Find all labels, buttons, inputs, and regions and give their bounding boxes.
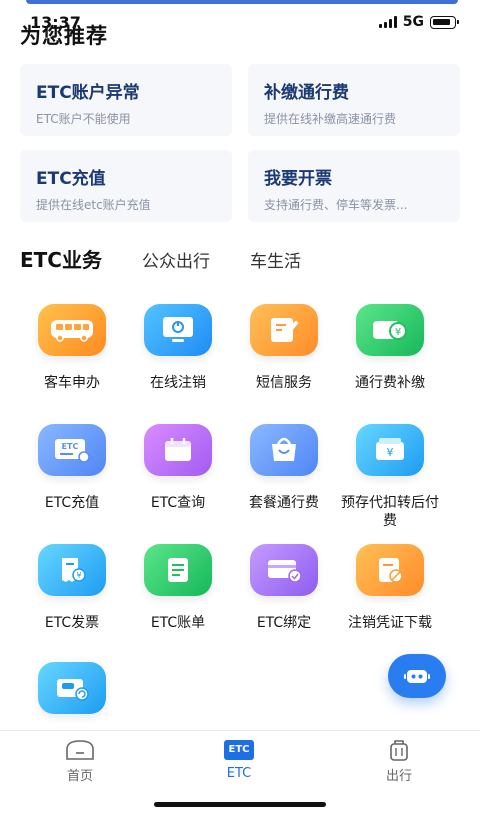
service-car-refresh[interactable] <box>18 662 126 732</box>
luggage-icon <box>383 739 415 761</box>
service-label: 客车申办 <box>44 375 100 391</box>
service-label: 注销凭证下载 <box>348 615 432 631</box>
service-package-toll[interactable]: 套餐通行费 <box>230 424 338 512</box>
service-etc-recharge[interactable]: ETC ETC充值 <box>18 424 126 512</box>
service-etc-bill[interactable]: ETC账单 <box>124 544 232 632</box>
etc-card-icon: ETC <box>38 424 106 476</box>
service-label: ETC查询 <box>150 495 206 511</box>
card-subtitle: 支持通行费、停车等发票... <box>264 198 408 212</box>
bill-icon <box>144 544 212 596</box>
svg-text:¥: ¥ <box>76 571 81 580</box>
recommend-title: 为您推荐 <box>20 24 108 48</box>
tab-public-travel[interactable]: 公众出行 <box>142 247 210 272</box>
network-label: 5G <box>402 14 424 30</box>
service-label: ETC发票 <box>44 615 100 631</box>
battery-icon <box>430 15 459 29</box>
edit-note-icon <box>250 304 318 356</box>
svg-text:ETC: ETC <box>62 442 79 451</box>
service-label: 套餐通行费 <box>249 495 319 511</box>
invoice-yuan-icon: ¥ <box>38 544 106 596</box>
service-bus-apply[interactable]: 客车申办 <box>18 304 126 392</box>
service-cancel-certificate-download[interactable]: 注销凭证下载 <box>336 544 444 632</box>
card-invoice[interactable]: 我要开票 支持通行费、停车等发票... <box>248 150 460 222</box>
nav-etc-label: ETC <box>226 766 252 781</box>
nav-travel-label: 出行 <box>385 769 412 784</box>
service-etc-bind[interactable]: ETC绑定 <box>230 544 338 632</box>
document-cancel-icon <box>356 544 424 596</box>
card-title: 补缴通行费 <box>264 83 349 103</box>
package-bag-icon <box>250 424 318 476</box>
status-indicators: 5G <box>378 14 459 30</box>
service-label: 通行费补缴 <box>355 375 425 391</box>
service-label: ETC绑定 <box>256 615 312 631</box>
service-label: 短信服务 <box>256 375 312 391</box>
bus-icon <box>38 304 106 356</box>
svg-text:¥: ¥ <box>387 446 394 459</box>
assistant-float-button[interactable] <box>388 654 446 698</box>
service-prepaid-to-postpaid[interactable]: ¥ 预存代扣转后付费 <box>336 424 444 530</box>
service-etc-invoice[interactable]: ¥ ETC发票 <box>18 544 126 632</box>
wallet-yuan-icon: ¥ <box>356 424 424 476</box>
service-online-cancel[interactable]: 在线注销 <box>124 304 232 392</box>
card-etc-recharge[interactable]: ETC充值 提供在线etc账户充值 <box>20 150 232 222</box>
monitor-power-icon <box>144 304 212 356</box>
service-label: ETC充值 <box>44 495 100 511</box>
card-title: 我要开票 <box>264 169 332 189</box>
category-tabs: ETC业务 公众出行 车生活 <box>20 244 341 273</box>
card-check-icon <box>250 544 318 596</box>
tab-car-life[interactable]: 车生活 <box>250 247 301 272</box>
card-etc-account-abnormal[interactable]: ETC账户异常 ETC账户不能使用 <box>20 64 232 136</box>
card-subtitle: ETC账户不能使用 <box>36 112 131 126</box>
card-title: ETC充值 <box>36 169 106 189</box>
card-toll-payment[interactable]: 补缴通行费 提供在线补缴高速通行费 <box>248 64 460 136</box>
home-indicator[interactable] <box>154 802 326 807</box>
tab-etc-business[interactable]: ETC业务 <box>20 244 102 273</box>
svg-text:¥: ¥ <box>395 327 401 338</box>
nav-travel[interactable]: 出行 <box>359 739 439 784</box>
home-icon <box>64 739 96 761</box>
nav-etc[interactable]: ETC ETC <box>199 739 279 781</box>
etc-icon-text: ETC <box>224 740 254 760</box>
card-title: ETC账户异常 <box>36 83 140 103</box>
card-subtitle: 提供在线etc账户充值 <box>36 198 151 212</box>
robot-icon <box>404 670 430 683</box>
car-refresh-icon <box>38 662 106 714</box>
service-sms[interactable]: 短信服务 <box>230 304 338 392</box>
service-label: 预存代扣转后付费 <box>341 495 439 529</box>
service-etc-query[interactable]: ETC查询 <box>124 424 232 512</box>
card-subtitle: 提供在线补缴高速通行费 <box>264 112 397 126</box>
service-label: 在线注销 <box>150 375 206 391</box>
signal-icon <box>378 16 397 28</box>
service-toll-supplement[interactable]: ¥ 通行费补缴 <box>336 304 444 392</box>
car-yuan-icon: ¥ <box>356 304 424 356</box>
calendar-icon <box>144 424 212 476</box>
service-label: ETC账单 <box>150 615 206 631</box>
nav-home[interactable]: 首页 <box>40 739 120 784</box>
etc-icon: ETC <box>223 740 255 762</box>
nav-home-label: 首页 <box>66 769 93 784</box>
